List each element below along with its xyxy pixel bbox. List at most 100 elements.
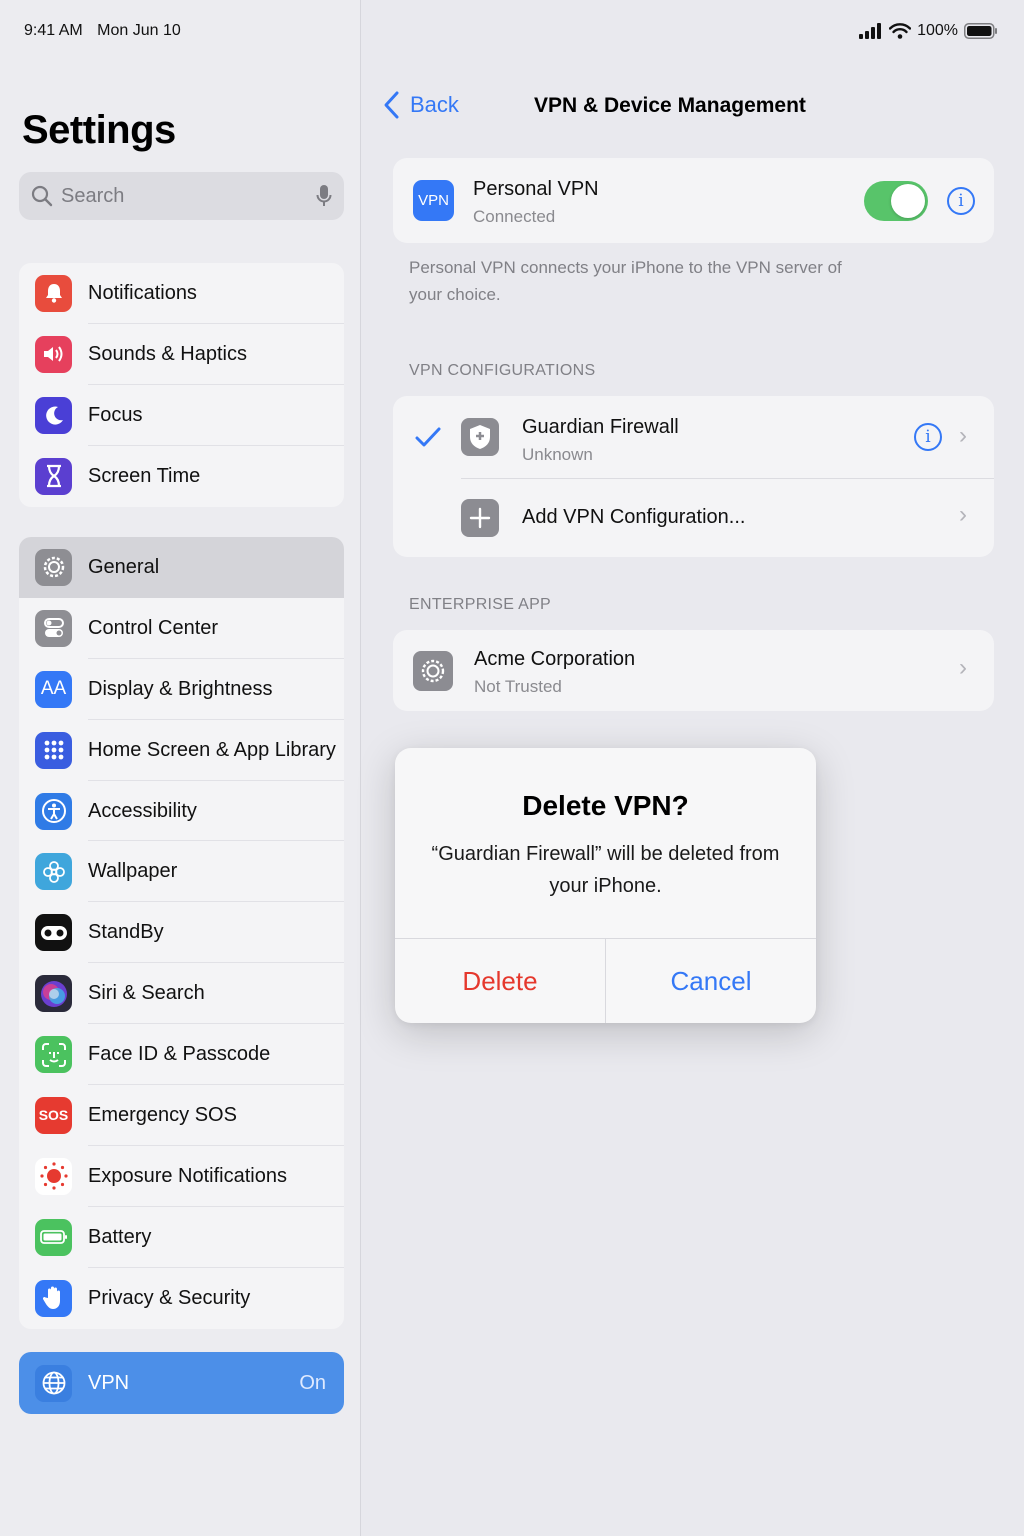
vpn-badge-icon: VPN [413,180,454,221]
speaker-icon [35,335,72,373]
plus-icon [461,499,499,537]
sidebar-item-label: Sounds & Haptics [88,342,247,365]
sidebar-item-general[interactable]: General [19,537,344,598]
cancel-button[interactable]: Cancel [606,939,816,1023]
enterprise-app-title: Acme Corporation [474,648,636,670]
personal-vpn-status: Connected [473,207,556,226]
gear-icon [413,651,453,691]
sidebar-item-battery[interactable]: Battery [19,1207,344,1268]
sidebar-item-label: Siri & Search [88,982,205,1005]
sidebar-item-label: Battery [88,1225,152,1248]
sidebar-item-label: Accessibility [88,799,197,822]
sidebar-item-label: Focus [88,403,143,426]
alert-message: “Guardian Firewall” will be deleted from… [431,843,780,897]
delete-button[interactable]: Delete [395,939,606,1023]
search-icon [31,185,53,207]
cellular-signal-icon [859,23,882,39]
settings-group-2: General Control Center AA Display & Brig… [19,537,344,1329]
accessibility-icon [35,792,72,830]
text-size-icon: AA [35,670,72,708]
search-placeholder: Search [61,184,125,207]
info-icon[interactable]: i [914,423,942,451]
personal-vpn-toggle[interactable] [864,181,928,221]
battery-status-icon [964,23,997,39]
bell-icon [35,274,72,312]
exposure-icon [35,1157,72,1195]
vpn-configurations-header: VPN CONFIGURATIONS [409,362,596,379]
sidebar-item-home-screen[interactable]: Home Screen & App Library [19,720,344,781]
checkmark-icon [415,427,441,447]
page-title: VPN & Device Management [534,94,806,117]
sidebar-item-standby[interactable]: StandBy [19,902,344,964]
sidebar-item-sounds-haptics[interactable]: Sounds & Haptics [19,324,344,385]
hand-icon [35,1279,72,1317]
face-id-icon [35,1036,72,1074]
microphone-icon[interactable] [316,184,332,208]
personal-vpn-title: Personal VPN [473,178,599,200]
sidebar-item-siri-search[interactable]: Siri & Search [19,963,344,1025]
enterprise-app-header: ENTERPRISE APP [409,596,552,613]
back-label: Back [410,92,459,117]
sidebar-title: Settings [22,108,176,152]
status-date: Mon Jun 10 [97,22,181,39]
sidebar-item-privacy-security[interactable]: Privacy & Security [19,1268,344,1329]
chevron-left-icon [384,91,399,119]
sidebar-item-label: Home Screen & App Library [88,738,336,761]
hourglass-icon [35,457,72,495]
vpn-configurations-card: Guardian Firewall Unknown i › Add VPN Co… [393,396,994,557]
chevron-right-icon: › [959,654,967,681]
add-vpn-configuration-label: Add VPN Configuration... [522,506,746,528]
sidebar-item-emergency-sos[interactable]: SOS Emergency SOS [19,1085,344,1146]
sidebar-item-label: Face ID & Passcode [88,1043,271,1066]
switches-icon [35,609,72,647]
sidebar-item-label: Wallpaper [88,860,178,883]
back-button[interactable]: Back [382,90,459,120]
sidebar-item-label: Exposure Notifications [88,1164,287,1187]
sidebar-item-accessibility[interactable]: Accessibility [19,781,344,842]
sidebar-item-vpn[interactable]: VPN On [19,1352,344,1414]
vpn-status-value: On [299,1371,326,1394]
personal-vpn-footer: Personal VPN connects your iPhone to the… [409,258,842,304]
standby-icon [35,914,72,952]
status-bar-right: 100% [859,22,998,40]
enterprise-app-status: Not Trusted [474,677,562,696]
sidebar-item-label: StandBy [88,921,164,944]
app-grid-icon [35,731,72,769]
settings-group-1: Notifications Sounds & Haptics Focus Scr… [19,263,344,507]
sidebar-item-label: Notifications [88,281,197,304]
status-time: 9:41 AM [24,22,83,39]
siri-icon [35,975,72,1013]
info-icon[interactable]: i [947,187,975,215]
sidebar-item-label: VPN [88,1371,130,1394]
sidebar-item-focus[interactable]: Focus [19,385,344,446]
vpn-config-status: Unknown [522,445,593,464]
sidebar-item-label: Privacy & Security [88,1286,251,1309]
sidebar-item-display-brightness[interactable]: AA Display & Brightness [19,659,344,720]
sos-icon: SOS [35,1096,72,1134]
vpn-config-row-guardian[interactable]: Guardian Firewall Unknown i › [393,396,994,478]
sidebar-item-label: Emergency SOS [88,1103,237,1126]
sidebar-item-screen-time[interactable]: Screen Time [19,446,344,507]
wifi-icon [889,23,912,39]
sidebar-item-notifications[interactable]: Notifications [19,263,344,324]
sidebar-item-control-center[interactable]: Control Center [19,598,344,659]
sidebar-item-label: General [88,555,160,578]
enterprise-app-row[interactable]: Acme Corporation Not Trusted › [393,630,994,711]
moon-icon [35,396,72,434]
search-field[interactable]: Search [19,172,344,220]
sidebar-item-label: Display & Brightness [88,677,273,700]
battery-percent: 100% [917,22,958,39]
vpn-config-title: Guardian Firewall [522,416,679,438]
chevron-right-icon: › [959,422,967,449]
sidebar-item-face-id[interactable]: Face ID & Passcode [19,1024,344,1086]
gear-icon [35,548,72,586]
shield-icon [461,418,499,456]
alert-title: Delete VPN? [522,790,689,821]
sidebar: 9:41 AM Mon Jun 10 Settings Search Notif… [0,0,361,1536]
sidebar-item-wallpaper[interactable]: Wallpaper [19,841,344,903]
delete-vpn-alert: Delete VPN? “Guardian Firewall” will be … [395,748,816,1023]
add-vpn-configuration-row[interactable]: Add VPN Configuration... › [393,479,994,557]
sidebar-item-label: Screen Time [88,464,201,487]
sidebar-item-exposure-notifications[interactable]: Exposure Notifications [19,1146,344,1207]
sidebar-item-label: Control Center [88,616,219,639]
